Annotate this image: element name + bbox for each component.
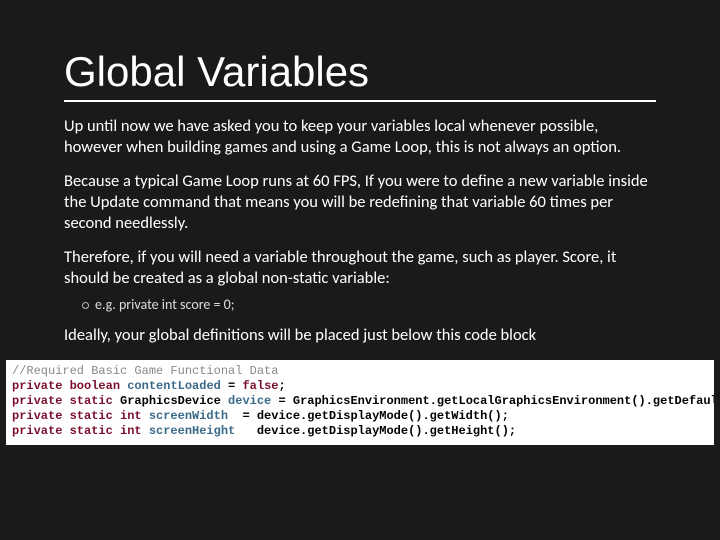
code-text: device.getDisplayMode().getHeight(); xyxy=(235,424,516,438)
slide: Global Variables Up until now we have as… xyxy=(0,0,720,540)
code-kw: private static int xyxy=(12,424,142,438)
paragraph-4: Ideally, your global definitions will be… xyxy=(64,325,656,346)
bullet-icon xyxy=(82,302,89,309)
code-ident: screenHeight xyxy=(142,424,236,438)
title-underline xyxy=(64,100,656,102)
code-text: ; xyxy=(278,379,285,393)
code-kw: private static xyxy=(12,394,113,408)
code-type: GraphicsDevice xyxy=(113,394,228,408)
page-title: Global Variables xyxy=(64,48,656,96)
code-text: = xyxy=(221,379,243,393)
code-kw: private boolean xyxy=(12,379,120,393)
code-block: //Required Basic Game Functional Data pr… xyxy=(6,360,714,445)
code-text: = GraphicsEnvironment.getLocalGraphicsEn… xyxy=(271,394,714,408)
code-ident: device xyxy=(228,394,271,408)
paragraph-1: Up until now we have asked you to keep y… xyxy=(64,116,656,157)
paragraph-3: Therefore, if you will need a variable t… xyxy=(64,247,656,288)
code-text: = device.getDisplayMode().getWidth(); xyxy=(228,409,509,423)
code-val: false xyxy=(242,379,278,393)
code-ident: screenWidth xyxy=(142,409,228,423)
paragraph-2: Because a typical Game Loop runs at 60 F… xyxy=(64,171,656,233)
bullet-text: e.g. private int score = 0; xyxy=(95,296,235,313)
code-ident: contentLoaded xyxy=(127,379,221,393)
code-comment: //Required Basic Game Functional Data xyxy=(12,364,278,378)
sub-bullet: e.g. private int score = 0; xyxy=(82,296,656,313)
code-kw: private static int xyxy=(12,409,142,423)
